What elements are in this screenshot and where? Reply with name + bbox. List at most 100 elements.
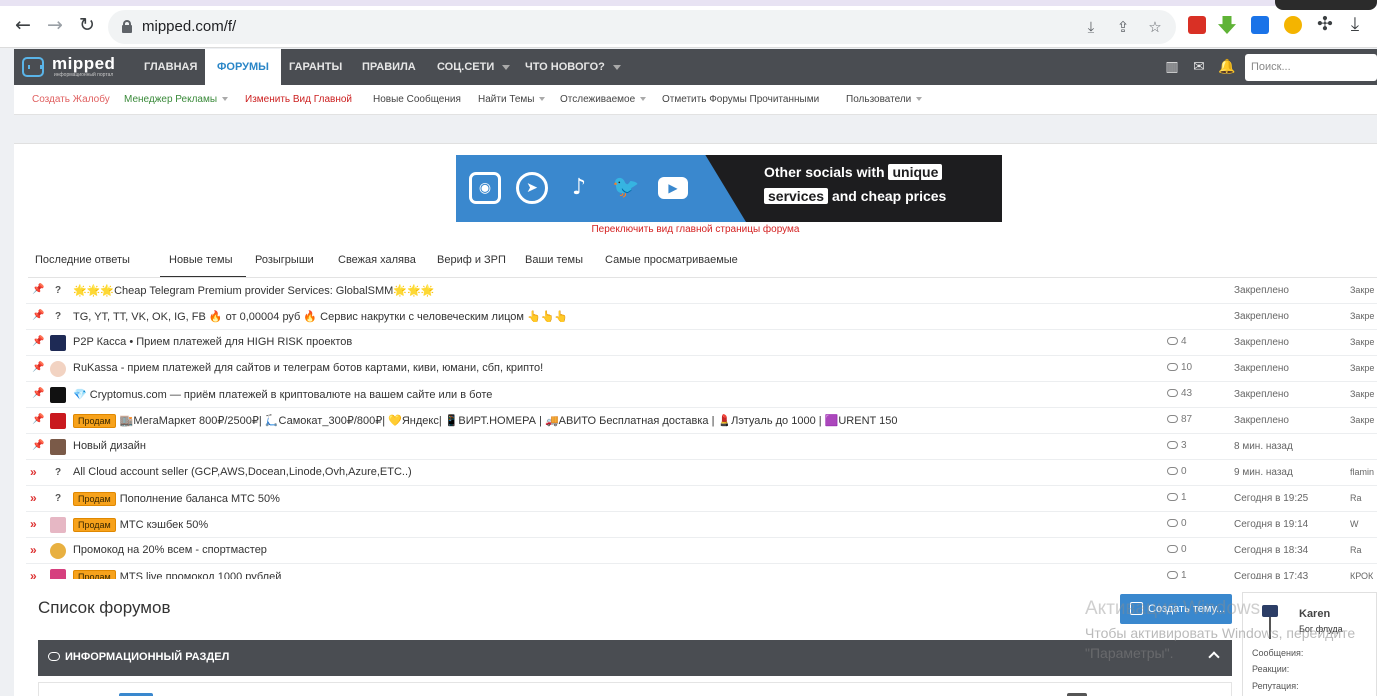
- forward-icon[interactable]: →: [44, 14, 66, 36]
- subnav-find-threads[interactable]: Найти Темы: [478, 94, 546, 105]
- table-row[interactable]: 📌 💎 Cryptomus.com — приём платежей в кри…: [26, 382, 1377, 408]
- avatar[interactable]: [50, 413, 66, 429]
- nav-rules[interactable]: Правила: [362, 49, 416, 85]
- thread-last-poster[interactable]: Ra: [1350, 493, 1362, 503]
- reload-icon[interactable]: ↻: [76, 14, 98, 36]
- thread-title[interactable]: Пополнение баланса МТС 50%: [120, 493, 280, 505]
- thread-title[interactable]: Новый дизайн: [73, 440, 146, 452]
- subnav-users[interactable]: Пользователи: [846, 94, 923, 105]
- thread-title[interactable]: МТС кэшбек 50%: [120, 519, 208, 531]
- avatar[interactable]: [50, 387, 66, 403]
- prefix-badge[interactable]: Продам: [73, 518, 116, 532]
- subnav-complaint[interactable]: Создать Жалобу: [32, 94, 110, 105]
- tab-verification[interactable]: Вериф и ЗРП: [437, 254, 506, 266]
- avatar[interactable]: [50, 517, 66, 533]
- nav-forums[interactable]: Форумы: [205, 49, 281, 85]
- table-row[interactable]: » Продам MTS live промокод 1000 рублей 1 …: [26, 564, 1377, 579]
- tab-latest-replies[interactable]: Последние ответы: [35, 254, 130, 266]
- nav-whats-new[interactable]: Что нового?: [525, 49, 621, 85]
- table-row[interactable]: 📌 P2P Касса • Прием платежей для HIGH RI…: [26, 330, 1377, 356]
- subnav-mark-read[interactable]: Отметить Форумы Прочитанными: [662, 94, 819, 105]
- table-row[interactable]: 📌 ? 🌟🌟🌟Cheap Telegram Premium provider S…: [26, 278, 1377, 304]
- member-card[interactable]: Karen Бог флуда Сообщения: Реакции: Репу…: [1242, 592, 1377, 696]
- thread-status: Закреплено: [1234, 337, 1289, 348]
- bookmark-star-icon[interactable]: ☆: [1146, 18, 1164, 36]
- extensions-puzzle-icon[interactable]: ✣: [1314, 13, 1336, 35]
- prefix-badge[interactable]: Продам: [73, 570, 116, 579]
- back-icon[interactable]: ←: [12, 14, 34, 36]
- thread-last-poster[interactable]: flamin: [1350, 467, 1374, 477]
- table-row[interactable]: 📌 RuKassa - прием платежей для сайтов и …: [26, 356, 1377, 382]
- thread-last-poster[interactable]: Закре: [1350, 311, 1374, 321]
- nav-home[interactable]: Главная: [144, 49, 197, 85]
- thread-title[interactable]: 🏬МегаМаркет 800₽/2500₽| 🛴Самокат_300₽/80…: [120, 415, 898, 427]
- thread-last-poster[interactable]: КРОК: [1350, 571, 1373, 579]
- thread-title[interactable]: TG, YT, TT, VK, OK, IG, FB 🔥 от 0,00004 …: [73, 310, 568, 323]
- thread-title[interactable]: RuKassa - прием платежей для сайтов и те…: [73, 362, 543, 374]
- downloads-icon[interactable]: ⤓: [1344, 13, 1366, 35]
- extension-recorder-icon[interactable]: [1188, 16, 1206, 34]
- thread-last-poster[interactable]: Закре: [1350, 285, 1374, 295]
- subnav-new-posts[interactable]: Новые Сообщения: [373, 94, 461, 105]
- thread-title-wrap[interactable]: Продам МТС кэшбек 50%: [73, 518, 208, 532]
- subnav-ads-manager[interactable]: Менеджер Рекламы: [124, 94, 229, 105]
- table-row[interactable]: » Промокод на 20% всем - спортмастер 0 С…: [26, 538, 1377, 564]
- thread-last-poster[interactable]: Ra: [1350, 545, 1362, 555]
- extension-window-icon[interactable]: [1251, 16, 1269, 34]
- tab-your-threads[interactable]: Ваши темы: [525, 254, 583, 266]
- forum-section-header[interactable]: Информационный раздел: [38, 640, 1232, 676]
- thread-title[interactable]: MTS live промокод 1000 рублей: [120, 571, 282, 579]
- avatar[interactable]: [50, 543, 66, 559]
- thread-last-poster[interactable]: Закре: [1350, 337, 1374, 347]
- thread-last-poster[interactable]: Закре: [1350, 415, 1374, 425]
- table-row[interactable]: » Продам МТС кэшбек 50% 0 Сегодня в 19:14…: [26, 512, 1377, 538]
- thread-title-wrap[interactable]: Продам 🏬МегаМаркет 800₽/2500₽| 🛴Самокат_3…: [73, 414, 897, 428]
- tab-giveaways[interactable]: Розыгрыши: [255, 254, 314, 266]
- subnav-watched[interactable]: Отслеживаемое: [560, 94, 647, 105]
- tab-new-threads[interactable]: Новые темы: [169, 254, 233, 266]
- avatar[interactable]: [50, 361, 66, 377]
- table-row[interactable]: » ? All Cloud account seller (GCP,AWS,Do…: [26, 460, 1377, 486]
- thread-title[interactable]: Промокод на 20% всем - спортмастер: [73, 544, 267, 556]
- prefix-badge[interactable]: Продам: [73, 414, 116, 428]
- thread-title[interactable]: 💎 Cryptomus.com — приём платежей в крипт…: [73, 388, 492, 401]
- extension-badge-icon[interactable]: [1284, 16, 1302, 34]
- thread-title[interactable]: All Cloud account seller (GCP,AWS,Docean…: [73, 466, 412, 478]
- inbox-icon[interactable]: ✉: [1191, 59, 1207, 75]
- avatar[interactable]: [50, 569, 66, 579]
- bell-icon[interactable]: 🔔: [1218, 59, 1235, 75]
- thread-last-poster[interactable]: Закре: [1350, 363, 1374, 373]
- url-text[interactable]: mipped.com/f/: [142, 18, 236, 35]
- prefix-badge[interactable]: Продам: [73, 492, 116, 506]
- search-input[interactable]: Поиск...: [1245, 54, 1377, 81]
- address-bar[interactable]: mipped.com/f/ ⤓ ⇪ ☆: [108, 10, 1176, 44]
- table-row[interactable]: 📌 Новый дизайн 3 8 мин. назад: [26, 434, 1377, 460]
- switch-view-link[interactable]: Переключить вид главной страницы форума: [14, 224, 1377, 235]
- nav-whats-new-label: Что нового?: [525, 61, 605, 73]
- thread-title[interactable]: 🌟🌟🌟Cheap Telegram Premium provider Servi…: [73, 284, 434, 297]
- share-icon[interactable]: ⇪: [1114, 18, 1132, 36]
- bookmarks-icon[interactable]: ▥: [1164, 59, 1180, 75]
- table-row[interactable]: » ? Продам Пополнение баланса МТС 50% 1 С…: [26, 486, 1377, 512]
- nav-social[interactable]: Соц.сети: [437, 49, 511, 85]
- table-row[interactable]: 📌 ? TG, YT, TT, VK, OK, IG, FB 🔥 от 0,00…: [26, 304, 1377, 330]
- nav-guarantors[interactable]: Гаранты: [289, 49, 342, 85]
- thread-last-poster[interactable]: Закре: [1350, 389, 1374, 399]
- thread-title[interactable]: P2P Касса • Прием платежей для HIGH RISK…: [73, 336, 352, 348]
- window-controls[interactable]: [1275, 0, 1377, 10]
- thread-title-wrap[interactable]: Продам MTS live промокод 1000 рублей: [73, 570, 281, 579]
- extension-download-icon[interactable]: [1218, 16, 1236, 34]
- thread-title-wrap[interactable]: Продам Пополнение баланса МТС 50%: [73, 492, 280, 506]
- avatar[interactable]: [50, 439, 66, 455]
- member-name[interactable]: Karen: [1299, 608, 1330, 620]
- subnav-change-view[interactable]: Изменить Вид Главной: [245, 94, 352, 105]
- download-page-icon[interactable]: ⤓: [1082, 18, 1100, 36]
- ad-banner[interactable]: ◉ ➤ ♪ 🐦 ▶ Other socials with unique serv…: [456, 155, 1002, 222]
- avatar[interactable]: [50, 335, 66, 351]
- chevron-up-icon[interactable]: [1208, 651, 1220, 663]
- tab-most-viewed[interactable]: Самые просматриваемые: [605, 254, 738, 266]
- table-row[interactable]: 📌 Продам 🏬МегаМаркет 800₽/2500₽| 🛴Самокат…: [26, 408, 1377, 434]
- comment-icon: [1167, 389, 1178, 398]
- thread-last-poster[interactable]: W: [1350, 519, 1359, 529]
- tab-freebies[interactable]: Свежая халява: [338, 254, 416, 266]
